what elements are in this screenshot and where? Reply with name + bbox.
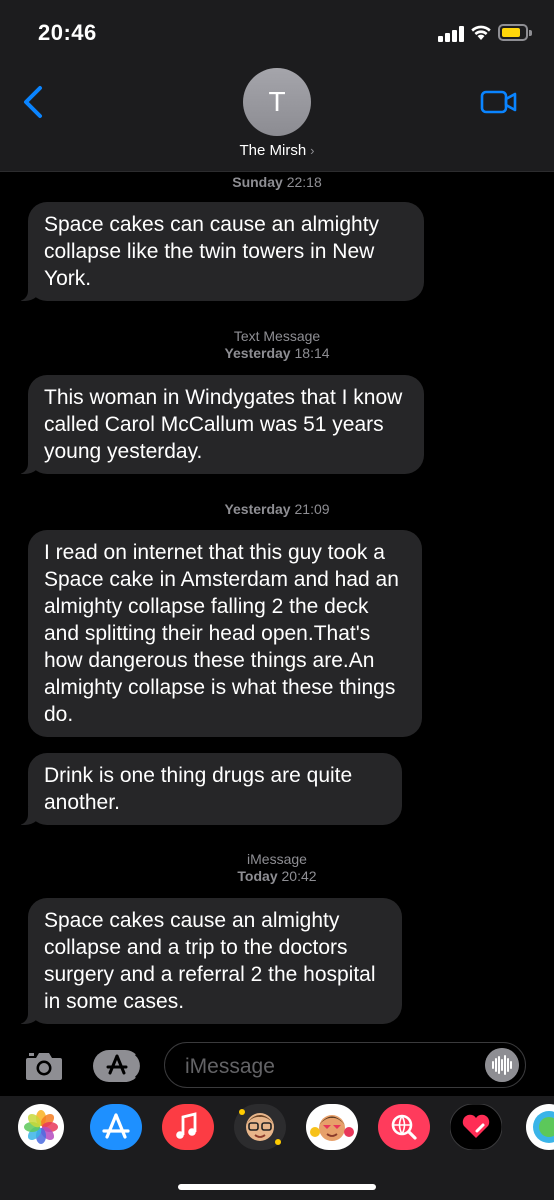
- compose-bar: iMessage: [0, 1034, 554, 1096]
- timestamp: Text Message Yesterday 18:14: [224, 328, 330, 361]
- wifi-icon: [471, 25, 491, 40]
- message-bubble[interactable]: Space cakes cause an almighty collapse a…: [16, 898, 402, 1024]
- status-bar: 20:46: [0, 0, 554, 62]
- animoji-icon[interactable]: [306, 1104, 358, 1150]
- music-icon[interactable]: [162, 1104, 214, 1150]
- message-bubble[interactable]: Space cakes can cause an almighty collap…: [16, 202, 424, 301]
- status-time: 20:46: [38, 20, 97, 45]
- digital-touch-icon[interactable]: [450, 1104, 502, 1150]
- avatar-initial: T: [268, 86, 286, 117]
- contact-avatar[interactable]: T: [243, 68, 311, 136]
- memoji-icon[interactable]: [234, 1104, 286, 1150]
- camera-icon[interactable]: [24, 1050, 64, 1082]
- timestamp: iMessage Today 20:42: [237, 851, 317, 884]
- message-bubble[interactable]: Drink is one thing drugs are quite anoth…: [16, 753, 402, 825]
- message-bubble[interactable]: I read on internet that this guy took a …: [28, 530, 422, 737]
- cellular-signal-icon: [438, 26, 464, 42]
- app-store-drawer-icon[interactable]: [92, 1049, 142, 1083]
- message-text: Space cakes cause an almighty collapse a…: [44, 909, 376, 1013]
- message-text: Drink is one thing drugs are quite anoth…: [44, 764, 353, 814]
- battery-icon: [498, 24, 532, 41]
- app-store-icon[interactable]: [90, 1104, 142, 1150]
- message-bubble[interactable]: This woman in Windygates that I know cal…: [16, 375, 424, 474]
- conversation-header: T The Mirsh ›: [0, 62, 554, 172]
- contact-name-button[interactable]: The Mirsh ›: [0, 142, 554, 159]
- audio-waveform-icon[interactable]: [485, 1048, 519, 1082]
- web-search-icon[interactable]: [378, 1104, 430, 1150]
- chevron-right-icon: ›: [310, 143, 315, 158]
- timestamp: Sunday 22:18: [232, 174, 322, 190]
- message-text: This woman in Windygates that I know cal…: [44, 386, 403, 463]
- imessage-placeholder: iMessage: [185, 1055, 275, 1078]
- facetime-video-icon[interactable]: [480, 90, 518, 114]
- message-text: I read on internet that this guy took a …: [44, 541, 399, 726]
- message-text: Space cakes can cause an almighty collap…: [44, 213, 380, 290]
- contact-name: The Mirsh: [239, 142, 307, 159]
- photos-icon[interactable]: [18, 1104, 64, 1150]
- message-list[interactable]: Sunday 22:18 Space cakes can cause an al…: [0, 172, 554, 1034]
- imessage-input[interactable]: iMessage: [164, 1042, 526, 1088]
- home-indicator[interactable]: [178, 1184, 376, 1190]
- more-apps-icon[interactable]: [526, 1104, 554, 1150]
- timestamp: Yesterday 21:09: [224, 501, 330, 517]
- back-chevron-icon[interactable]: [18, 84, 48, 120]
